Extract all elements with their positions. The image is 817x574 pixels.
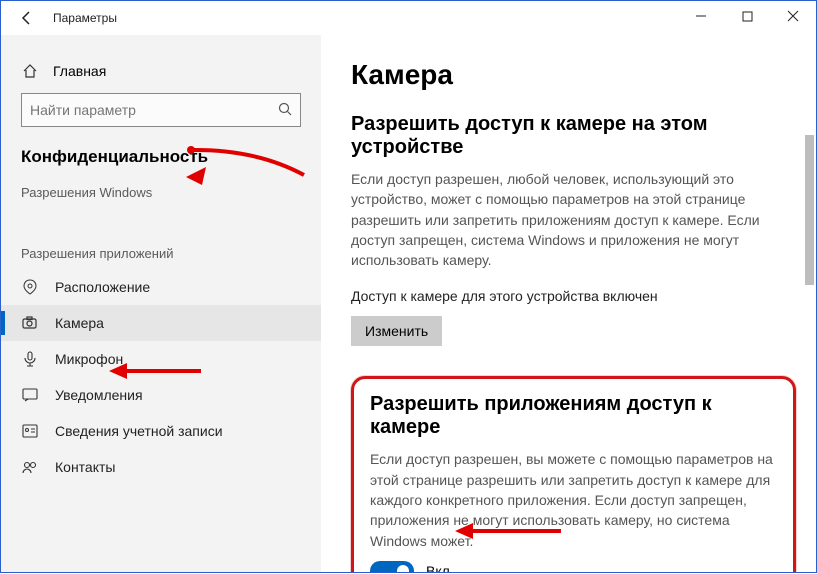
sidebar-item-label: Контакты xyxy=(55,459,115,475)
sidebar-item-label: Сведения учетной записи xyxy=(55,423,223,439)
close-button[interactable] xyxy=(770,1,816,31)
page-title: Камера xyxy=(351,59,796,91)
device-access-status: Доступ к камере для этого устройства вкл… xyxy=(351,288,796,304)
section1-description: Если доступ разрешен, любой человек, исп… xyxy=(351,169,781,270)
category-title: Конфиденциальность xyxy=(1,143,321,177)
home-link[interactable]: Главная xyxy=(1,55,321,93)
scrollbar-thumb[interactable] xyxy=(805,135,814,285)
change-button[interactable]: Изменить xyxy=(351,316,442,346)
toggle-label: Вкл. xyxy=(426,563,454,572)
apps-access-section: Разрешить приложениям доступ к камере Ес… xyxy=(351,376,796,572)
camera-icon xyxy=(21,316,39,330)
sidebar: Главная Конфиденциальность Разрешения Wi… xyxy=(1,35,321,572)
content-pane: Камера Разрешить доступ к камере на этом… xyxy=(321,35,816,572)
home-label: Главная xyxy=(53,63,106,79)
sidebar-item-label: Микрофон xyxy=(55,351,123,367)
notifications-icon xyxy=(21,388,39,402)
sidebar-item-notifications[interactable]: Уведомления xyxy=(1,377,321,413)
sidebar-item-label: Уведомления xyxy=(55,387,143,403)
section1-heading: Разрешить доступ к камере на этом устрой… xyxy=(351,113,796,159)
back-button[interactable] xyxy=(15,6,39,30)
location-icon xyxy=(21,279,39,295)
sidebar-item-contacts[interactable]: Контакты xyxy=(1,449,321,485)
sidebar-item-label: Расположение xyxy=(55,279,150,295)
sidebar-item-camera[interactable]: Камера xyxy=(1,305,321,341)
sidebar-item-label: Камера xyxy=(55,315,104,331)
search-field[interactable] xyxy=(30,102,278,118)
maximize-button[interactable] xyxy=(724,1,770,31)
section2-heading: Разрешить приложениям доступ к камере xyxy=(370,393,777,439)
account-icon xyxy=(21,424,39,438)
group-app-permissions: Разрешения приложений xyxy=(1,238,321,269)
group-windows-permissions: Разрешения Windows xyxy=(1,177,321,208)
microphone-icon xyxy=(21,351,39,367)
window-controls xyxy=(678,1,816,31)
minimize-button[interactable] xyxy=(678,1,724,31)
sidebar-item-location[interactable]: Расположение xyxy=(1,269,321,305)
sidebar-item-account-info[interactable]: Сведения учетной записи xyxy=(1,413,321,449)
sidebar-item-microphone[interactable]: Микрофон xyxy=(1,341,321,377)
contacts-icon xyxy=(21,460,39,474)
search-icon xyxy=(278,102,292,119)
window-title: Параметры xyxy=(53,11,117,25)
apps-access-toggle[interactable] xyxy=(370,561,414,572)
home-icon xyxy=(21,63,39,79)
search-input[interactable] xyxy=(21,93,301,127)
titlebar: Параметры xyxy=(1,1,816,35)
section2-description: Если доступ разрешен, вы можете с помощь… xyxy=(370,449,777,550)
